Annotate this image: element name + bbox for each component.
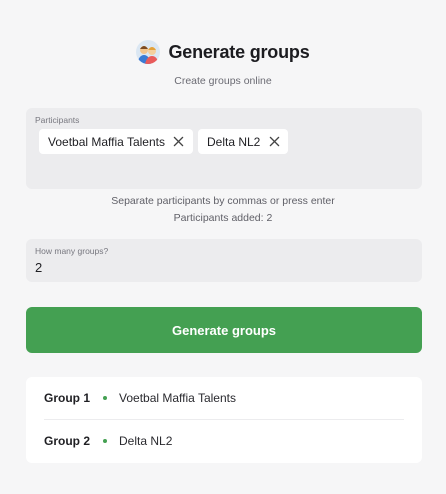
participants-count: Participants added: 2 <box>173 212 273 224</box>
participants-input[interactable]: Participants Voetbal Maffia Talents Delt… <box>26 108 422 189</box>
result-row: Group 1 Voetbal Maffia Talents <box>44 388 404 408</box>
group-member: Voetbal Maffia Talents <box>119 391 236 405</box>
group-name: Group 2 <box>44 434 91 448</box>
group-name: Group 1 <box>44 391 91 405</box>
participants-hint: Separate participants by commas or press… <box>111 195 335 207</box>
group-count-input[interactable] <box>35 260 405 275</box>
participants-label: Participants <box>35 115 80 125</box>
page-subtitle: Create groups online <box>174 75 272 87</box>
participant-chip-label: Voetbal Maffia Talents <box>48 134 165 149</box>
generate-groups-button[interactable]: Generate groups <box>26 307 422 353</box>
group-count-label: How many groups? <box>35 246 109 256</box>
close-icon[interactable] <box>173 136 185 148</box>
group-count-field: How many groups? <box>26 239 422 282</box>
close-icon[interactable] <box>268 136 280 148</box>
result-row: Group 2 Delta NL2 <box>44 431 404 451</box>
participant-chip: Voetbal Maffia Talents <box>39 129 193 154</box>
bullet-dot-icon <box>103 396 108 400</box>
participant-chips: Voetbal Maffia Talents Delta NL2 <box>39 129 289 154</box>
bullet-dot-icon <box>103 439 108 443</box>
participant-chip-label: Delta NL2 <box>206 134 261 149</box>
participant-chip: Delta NL2 <box>197 129 289 154</box>
people-group-emoji-icon <box>136 40 161 64</box>
page-title: Generate groups <box>168 41 310 62</box>
header: Generate groups <box>0 40 446 64</box>
group-member: Delta NL2 <box>119 434 173 448</box>
results-panel: Group 1 Voetbal Maffia Talents Group 2 D… <box>26 377 422 463</box>
divider <box>44 419 404 420</box>
